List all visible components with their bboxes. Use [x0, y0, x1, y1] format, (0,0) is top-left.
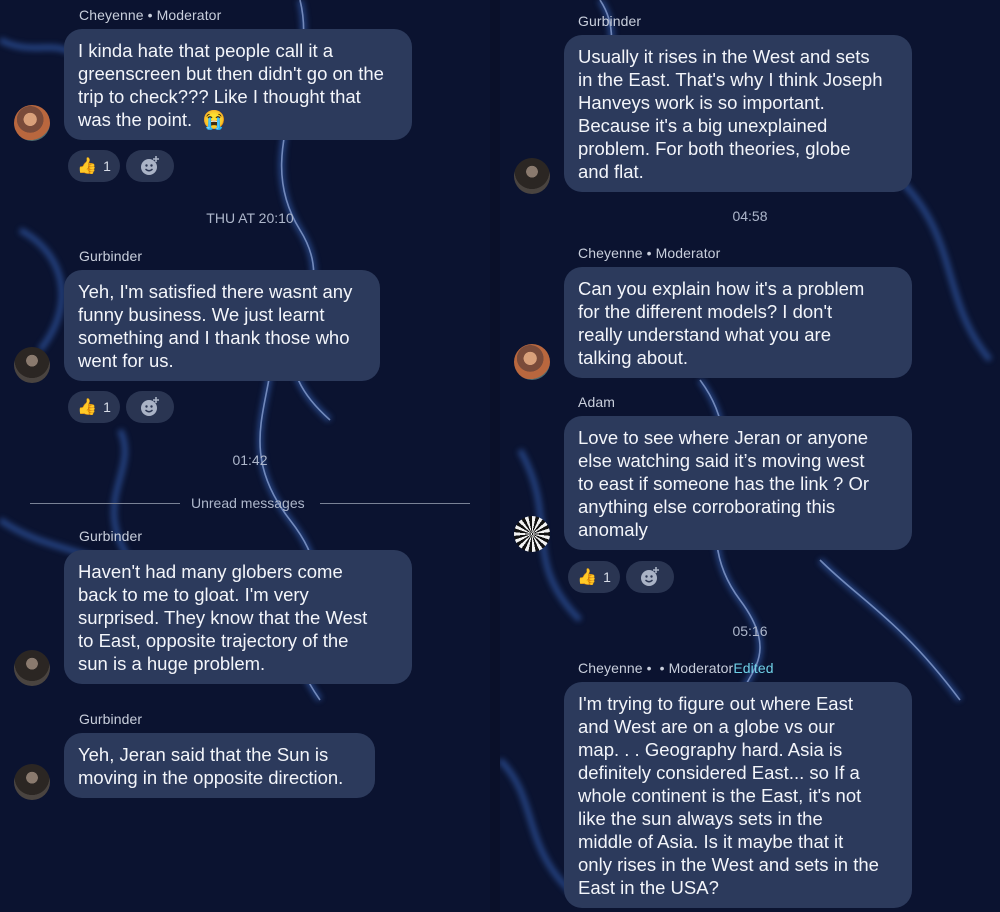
message-bubble[interactable]: Haven't had many globers come back to me…	[64, 550, 412, 684]
add-reaction-button[interactable]	[126, 391, 174, 423]
avatar[interactable]	[14, 650, 50, 686]
message-bubble[interactable]: Love to see where Jeran or anyone else w…	[564, 416, 912, 550]
crying-emoji-icon: 😭	[202, 109, 226, 130]
unread-messages-label: Unread messages	[191, 495, 305, 511]
message-line: greenscreen but then didn't go on the	[78, 63, 384, 84]
message-line: middle of Asia. Is it maybe that it	[578, 831, 844, 852]
message-line: I kinda hate that people call it a	[78, 40, 334, 61]
message-line: moving in the opposite direction.	[78, 767, 344, 788]
timestamp: THU AT 20:10	[206, 210, 294, 226]
message-line: in the East. That's why I think Joseph	[578, 69, 883, 90]
chat-panel-right: Gurbinder Usually it rises in the West a…	[500, 0, 1000, 912]
timestamp: 04:58	[732, 208, 768, 224]
add-reaction-icon	[141, 397, 159, 416]
message-bubble[interactable]: Yeh, I'm satisfied there wasnt any funny…	[64, 270, 380, 381]
message-line: like the sun always sets in the	[578, 808, 823, 829]
avatar[interactable]	[14, 764, 50, 800]
message-bubble[interactable]: Can you explain how it's a problem for t…	[564, 267, 912, 378]
sender-name[interactable]: Gurbinder	[79, 248, 142, 264]
message-line: Haven't had many globers come	[78, 561, 343, 582]
message-line: Yeh, I'm satisfied there wasnt any	[78, 281, 353, 302]
message-line: sun is a huge problem.	[78, 653, 266, 674]
add-reaction-icon	[141, 156, 159, 175]
message-line: I'm trying to figure out where East	[578, 693, 853, 714]
message-bubble[interactable]: Yeh, Jeran said that the Sun is moving i…	[64, 733, 375, 798]
message-line: funny business. We just learnt	[78, 304, 325, 325]
message-line: to east if someone has the link ? Or	[578, 473, 870, 494]
sender-name[interactable]: Gurbinder	[578, 13, 641, 29]
message-line: Because it's a big unexplained	[578, 115, 828, 136]
message-line: whole continent is the East, it's not	[578, 785, 862, 806]
reaction-count: 1	[603, 569, 611, 585]
message-line: Love to see where Jeran or anyone	[578, 427, 869, 448]
message-line: for the different models? I don't	[578, 301, 833, 322]
message-line: definitely considered East... so If a	[578, 762, 860, 783]
avatar[interactable]	[14, 105, 50, 141]
thumbs-up-icon: 👍	[77, 158, 98, 175]
avatar[interactable]	[14, 347, 50, 383]
message-line: went for us.	[78, 350, 174, 371]
message-line: else watching said it’s moving west	[578, 450, 865, 471]
thumbs-up-icon: 👍	[77, 399, 98, 416]
avatar[interactable]	[514, 344, 550, 380]
message-bubble[interactable]: I kinda hate that people call it a green…	[64, 29, 412, 140]
sender-name[interactable]: Adam	[578, 394, 615, 410]
sender-name[interactable]: Gurbinder	[79, 528, 142, 544]
unread-divider-line	[30, 503, 180, 504]
timestamp: 05:16	[732, 623, 768, 639]
message-line: surprised. They know that the West	[78, 607, 368, 628]
avatar[interactable]	[514, 516, 550, 552]
message-line: something and I thank those who	[78, 327, 350, 348]
message-line: Usually it rises in the West and sets	[578, 46, 870, 67]
sender-name[interactable]: Cheyenne • Moderator	[578, 245, 720, 261]
message-line: only rises in the West and sets in the	[578, 854, 879, 875]
edited-label: Edited	[733, 660, 774, 676]
message-bubble[interactable]: I'm trying to figure out where East and …	[564, 682, 912, 908]
panel-separator	[490, 0, 500, 912]
message-line: to East, opposite trajectory of the	[78, 630, 349, 651]
reaction-count: 1	[103, 158, 111, 174]
message-line: and flat.	[578, 161, 644, 182]
message-line: trip to check??? Like I thought that	[78, 86, 361, 107]
message-line: map. . . Geography hard. Asia is	[578, 739, 843, 760]
message-line: talking about.	[578, 347, 689, 368]
message-bubble[interactable]: Usually it rises in the West and sets in…	[564, 35, 912, 192]
message-line: East in the USA?	[578, 877, 719, 898]
unread-divider-line	[320, 503, 470, 504]
reaction-thumbs-up[interactable]: 👍 1	[68, 150, 120, 182]
thumbs-up-icon: 👍	[577, 569, 598, 586]
message-line: problem. For both theories, globe	[578, 138, 851, 159]
chat-panel-left: Cheyenne • Moderator I kinda hate that p…	[0, 0, 490, 912]
sender-name[interactable]: Cheyenne • • ModeratorEdited	[578, 660, 774, 676]
sender-name[interactable]: Gurbinder	[79, 711, 142, 727]
avatar[interactable]	[514, 158, 550, 194]
message-line: anything else corroborating this	[578, 496, 836, 517]
timestamp: 01:42	[232, 452, 268, 468]
add-reaction-icon	[641, 567, 659, 586]
message-line: Yeh, Jeran said that the Sun is	[78, 744, 329, 765]
message-line: Hanveys work is so important.	[578, 92, 825, 113]
add-reaction-button[interactable]	[126, 150, 174, 182]
sender-name[interactable]: Cheyenne • Moderator	[79, 7, 221, 23]
message-line: anomaly	[578, 519, 648, 540]
reaction-count: 1	[103, 399, 111, 415]
reaction-thumbs-up[interactable]: 👍 1	[568, 561, 620, 593]
message-line: was the point. 😭	[78, 109, 226, 130]
message-line: and West are on a globe vs our	[578, 716, 835, 737]
add-reaction-button[interactable]	[626, 561, 674, 593]
message-line: Can you explain how it's a problem	[578, 278, 865, 299]
reaction-thumbs-up[interactable]: 👍 1	[68, 391, 120, 423]
message-line: back to me to gloat. I'm very	[78, 584, 309, 605]
message-line: really understand what you are	[578, 324, 831, 345]
